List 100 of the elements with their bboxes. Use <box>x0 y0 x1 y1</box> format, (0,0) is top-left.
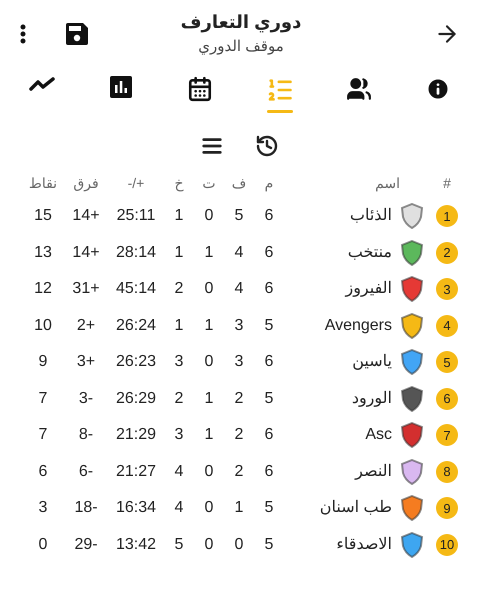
people-icon <box>346 76 372 102</box>
column-header: # <box>442 174 452 192</box>
table-cell-text: 4 <box>174 462 184 482</box>
table-cell-text: 26:23 <box>114 352 158 372</box>
rank-badge: 2 <box>436 242 458 264</box>
table-cell-text: 1 <box>174 316 184 336</box>
table-cell-text: 3 <box>174 425 184 446</box>
column-header: ت <box>201 174 217 192</box>
table-cell-text: 2 <box>174 279 184 300</box>
team-name: الورود <box>352 388 392 409</box>
calendar-icon <box>187 76 214 102</box>
table-cell-text: 2 <box>174 388 184 409</box>
table-cell-text: 1 <box>204 388 214 409</box>
table-cell-text: 3 <box>234 352 244 372</box>
more-vertical-icon <box>20 24 26 44</box>
table-cell-text: 14+ <box>71 242 101 263</box>
table-cell-text: 6 <box>264 279 274 300</box>
table-cell-text: 5 <box>264 534 274 555</box>
rank-badge: 4 <box>436 314 458 337</box>
table-cell-text: 3- <box>78 388 94 409</box>
bar-chart-icon <box>110 76 132 98</box>
team-name: ياسين <box>352 352 392 372</box>
rank-badge: 6 <box>436 388 458 410</box>
table-cell-text: 21:29 <box>114 425 158 446</box>
table-cell-text: 1 <box>204 425 214 446</box>
table-cell-text: 4 <box>234 279 244 300</box>
team-name: الاصدقاء <box>336 534 392 555</box>
table-cell-text: 5 <box>264 498 274 518</box>
table-cell-text: 18- <box>73 498 99 518</box>
table-cell-text: 0 <box>38 534 48 555</box>
team-name: منتخب <box>348 242 392 263</box>
table-cell-text: 5 <box>264 388 274 409</box>
table-cell-text: 5 <box>234 206 244 226</box>
table-cell-text: 26:24 <box>114 316 158 336</box>
rank-badge: 10 <box>436 534 458 556</box>
rank-badge: 3 <box>436 278 458 300</box>
table-cell-text: 45:14 <box>114 279 158 300</box>
column-header: م <box>264 174 274 194</box>
table-cell-text: 9 <box>38 352 48 372</box>
table-cell-text: 10 <box>33 316 53 336</box>
table-cell-text: 16:34 <box>114 498 158 518</box>
team-name: Avengers <box>324 316 392 336</box>
table-cell-text: 2 <box>234 388 244 409</box>
column-header: خ <box>173 174 185 194</box>
table-cell-text: 1 <box>204 316 214 336</box>
table-cell-text: 21:27 <box>114 462 158 482</box>
table-cell-text: 7 <box>38 425 48 446</box>
list-icon <box>201 135 223 157</box>
column-header: اسم <box>374 174 401 194</box>
table-cell-text: 8- <box>78 425 94 446</box>
table-cell-text: 6 <box>264 462 274 482</box>
table-cell-text: 0 <box>204 206 214 226</box>
league-subtitle: موقف الدوري <box>198 37 284 58</box>
table-cell-text: 12 <box>33 279 53 300</box>
table-cell-text: 6 <box>38 462 48 482</box>
column-header: ف <box>230 174 248 192</box>
trend-line-icon <box>29 76 56 92</box>
table-cell-text: 13:42 <box>114 534 158 555</box>
team-name: النصر <box>355 462 392 482</box>
table-cell-text: 1 <box>234 498 244 518</box>
table-cell-text: 6 <box>264 352 274 372</box>
table-cell-text: 4 <box>234 242 244 263</box>
table-cell-text: 14+ <box>71 206 101 226</box>
table-cell-text: 25:11 <box>116 206 156 226</box>
table-cell-text: 1 <box>174 242 184 263</box>
rank-badge: 8 <box>436 460 458 483</box>
table-cell-text: 3 <box>38 498 48 518</box>
table-cell-text: 0 <box>204 279 214 300</box>
table-cell-text: 0 <box>234 534 244 555</box>
table-cell-text: 6- <box>78 462 94 482</box>
table-cell-text: 28:14 <box>114 242 158 263</box>
table-cell-text: 7 <box>38 388 48 409</box>
table-cell-text: 0 <box>204 352 214 372</box>
table-cell-text: 2+ <box>76 316 96 336</box>
table-cell-text: 1 <box>204 242 214 263</box>
table-cell-text: 0 <box>204 498 214 518</box>
table-cell-text: 1 <box>174 206 184 226</box>
list-view-button[interactable] <box>201 135 223 157</box>
team-name: الذئاب <box>350 206 392 226</box>
rank-badge: 7 <box>436 424 458 446</box>
table-cell-text: 31+ <box>71 279 101 300</box>
table-cell-text: 3+ <box>76 352 96 372</box>
table-cell-text: 29- <box>73 534 99 555</box>
table-cell-text: 5 <box>264 316 274 336</box>
table-cell-text: 6 <box>264 242 274 263</box>
history-icon <box>255 134 279 158</box>
column-header: نقاط <box>28 174 58 192</box>
table-cell-text: 0 <box>204 534 214 555</box>
column-header: فرق <box>72 174 100 194</box>
table-cell-text: 6 <box>264 425 274 446</box>
rank-badge: 9 <box>436 497 458 520</box>
team-name: طب اسنان <box>320 498 392 518</box>
table-cell-text: 6 <box>264 206 274 226</box>
table-cell-text: 4 <box>174 498 184 518</box>
league-title: دوري التعارف <box>180 11 302 34</box>
history-button[interactable] <box>255 134 279 158</box>
table-cell-text: 3 <box>234 316 244 336</box>
table-cell-text: 26:29 <box>114 388 158 409</box>
team-name: Asc <box>365 425 392 446</box>
rank-badge: 5 <box>436 351 458 374</box>
